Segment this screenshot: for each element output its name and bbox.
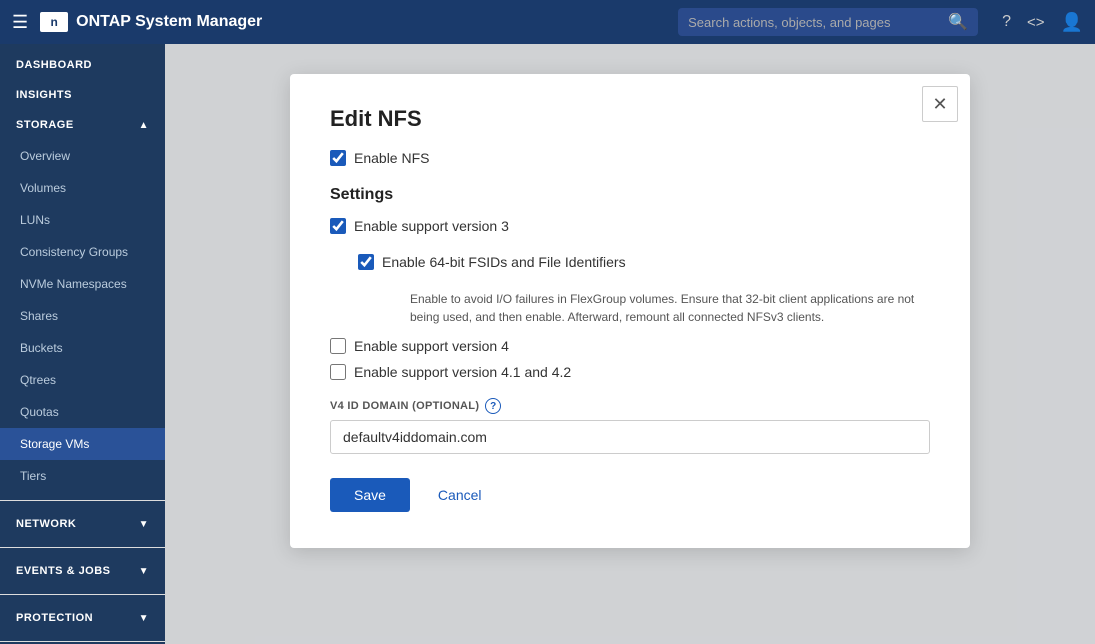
sidebar-item-tiers[interactable]: Tiers: [0, 460, 165, 492]
cancel-button[interactable]: Cancel: [422, 478, 498, 512]
main-content: ✕ Edit NFS Enable NFS Settings Enable su…: [165, 44, 1095, 644]
sidebar-item-quotas[interactable]: Quotas: [0, 396, 165, 428]
menu-icon[interactable]: ☰: [12, 12, 28, 33]
sidebar-item-dashboard[interactable]: DASHBOARD: [0, 50, 165, 80]
edit-nfs-dialog: ✕ Edit NFS Enable NFS Settings Enable su…: [290, 74, 970, 548]
enable-64bit-label: Enable 64-bit FSIDs and File Identifiers: [382, 254, 626, 270]
enable-v3-row: Enable support version 3: [330, 218, 930, 234]
enable-64bit-row: Enable 64-bit FSIDs and File Identifiers: [358, 254, 930, 270]
v4-domain-help-icon[interactable]: ?: [485, 398, 501, 414]
enable-v41-row: Enable support version 4.1 and 4.2: [330, 364, 930, 380]
sidebar-item-shares[interactable]: Shares: [0, 300, 165, 332]
code-icon[interactable]: <>: [1027, 14, 1045, 31]
help-icon[interactable]: ?: [1002, 13, 1011, 31]
sidebar-item-luns[interactable]: LUNs: [0, 204, 165, 236]
v4-domain-field-label: V4 ID DOMAIN (OPTIONAL) ?: [330, 398, 930, 414]
events-chevron: ▼: [139, 566, 149, 577]
v4-domain-input[interactable]: [330, 420, 930, 454]
sidebar-item-overview[interactable]: Overview: [0, 140, 165, 172]
top-navigation: ☰ n ONTAP System Manager 🔍 ? <> 👤: [0, 0, 1095, 44]
dialog-title: Edit NFS: [330, 106, 930, 132]
enable-nfs-checkbox[interactable]: [330, 150, 346, 166]
search-bar[interactable]: 🔍: [678, 8, 978, 36]
network-chevron: ▼: [139, 519, 149, 530]
enable-v41-checkbox[interactable]: [330, 364, 346, 380]
storage-chevron: ▲: [139, 120, 149, 131]
sidebar-item-qtrees[interactable]: Qtrees: [0, 364, 165, 396]
enable-v4-label: Enable support version 4: [354, 338, 509, 354]
sidebar-item-nvme-namespaces[interactable]: NVMe Namespaces: [0, 268, 165, 300]
close-icon: ✕: [932, 94, 947, 115]
enable-v4-row: Enable support version 4: [330, 338, 930, 354]
enable-v3-checkbox[interactable]: [330, 218, 346, 234]
dialog-close-button[interactable]: ✕: [922, 86, 958, 122]
sidebar-item-protection[interactable]: PROTECTION ▼: [0, 603, 165, 633]
enable-nfs-row: Enable NFS: [330, 150, 930, 166]
sidebar-item-buckets[interactable]: Buckets: [0, 332, 165, 364]
enable-nfs-label: Enable NFS: [354, 150, 429, 166]
sidebar-item-network[interactable]: NETWORK ▼: [0, 509, 165, 539]
sidebar-item-storage-vms[interactable]: Storage VMs: [0, 428, 165, 460]
protection-chevron: ▼: [139, 613, 149, 624]
sidebar-item-volumes[interactable]: Volumes: [0, 172, 165, 204]
dialog-backdrop: ✕ Edit NFS Enable NFS Settings Enable su…: [165, 44, 1095, 644]
sidebar: DASHBOARD INSIGHTS STORAGE ▲ Overview Vo…: [0, 44, 165, 644]
enable-64bit-checkbox[interactable]: [358, 254, 374, 270]
app-logo: n ONTAP System Manager: [40, 12, 262, 32]
enable-64bit-description: Enable to avoid I/O failures in FlexGrou…: [358, 290, 930, 326]
enable-v3-label: Enable support version 3: [354, 218, 509, 234]
settings-title: Settings: [330, 186, 930, 204]
dialog-button-row: Save Cancel: [330, 478, 930, 512]
enable-v4-checkbox[interactable]: [330, 338, 346, 354]
sidebar-item-storage[interactable]: STORAGE ▲: [0, 110, 165, 140]
sidebar-item-consistency-groups[interactable]: Consistency Groups: [0, 236, 165, 268]
sidebar-item-insights[interactable]: INSIGHTS: [0, 80, 165, 110]
app-title: ONTAP System Manager: [76, 13, 262, 31]
search-icon[interactable]: 🔍: [948, 12, 968, 32]
enable-64bit-section: Enable 64-bit FSIDs and File Identifiers…: [330, 254, 930, 326]
sidebar-item-events-jobs[interactable]: EVENTS & JOBS ▼: [0, 556, 165, 586]
enable-v41-label: Enable support version 4.1 and 4.2: [354, 364, 571, 380]
search-input[interactable]: [688, 15, 940, 30]
logo-icon: n: [40, 12, 68, 32]
nav-icons: ? <> 👤: [1002, 12, 1083, 33]
user-icon[interactable]: 👤: [1061, 12, 1083, 33]
save-button[interactable]: Save: [330, 478, 410, 512]
